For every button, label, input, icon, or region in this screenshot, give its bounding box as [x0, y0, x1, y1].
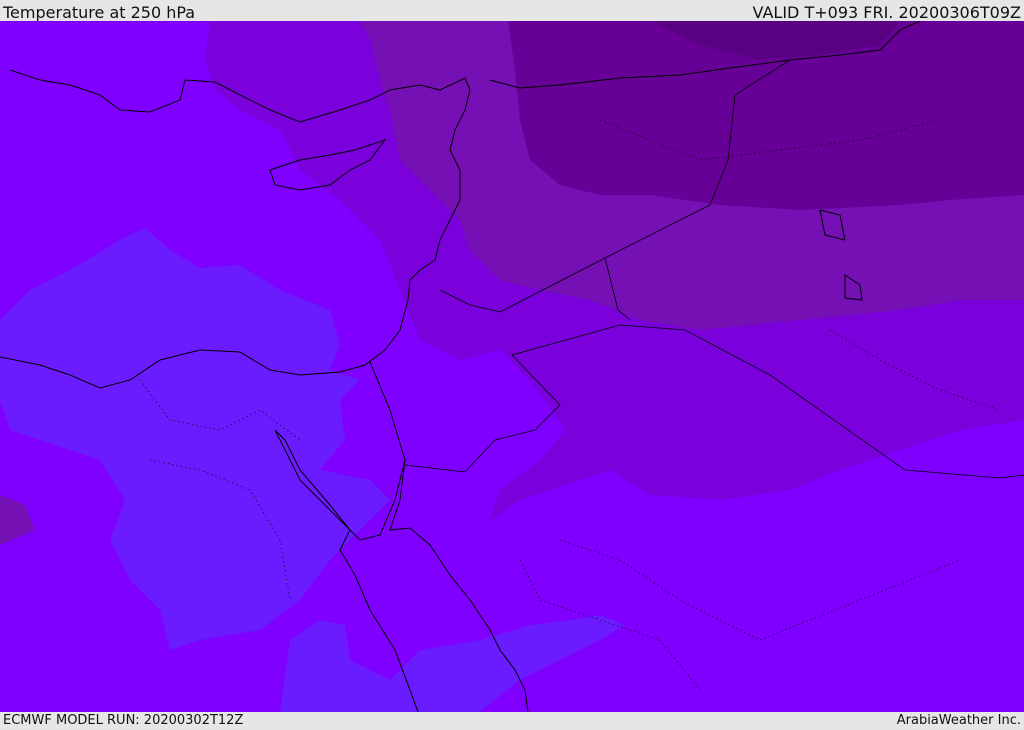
credit: ArabiaWeather Inc. [896, 713, 1021, 728]
header-bar: Temperature at 250 hPa VALID T+093 FRI. … [0, 0, 1024, 22]
model-run: ECMWF MODEL RUN: 20200302T12Z [3, 713, 244, 728]
footer-bar: ECMWF MODEL RUN: 20200302T12Z ArabiaWeat… [0, 712, 1024, 729]
temperature-map[interactable] [0, 21, 1024, 712]
